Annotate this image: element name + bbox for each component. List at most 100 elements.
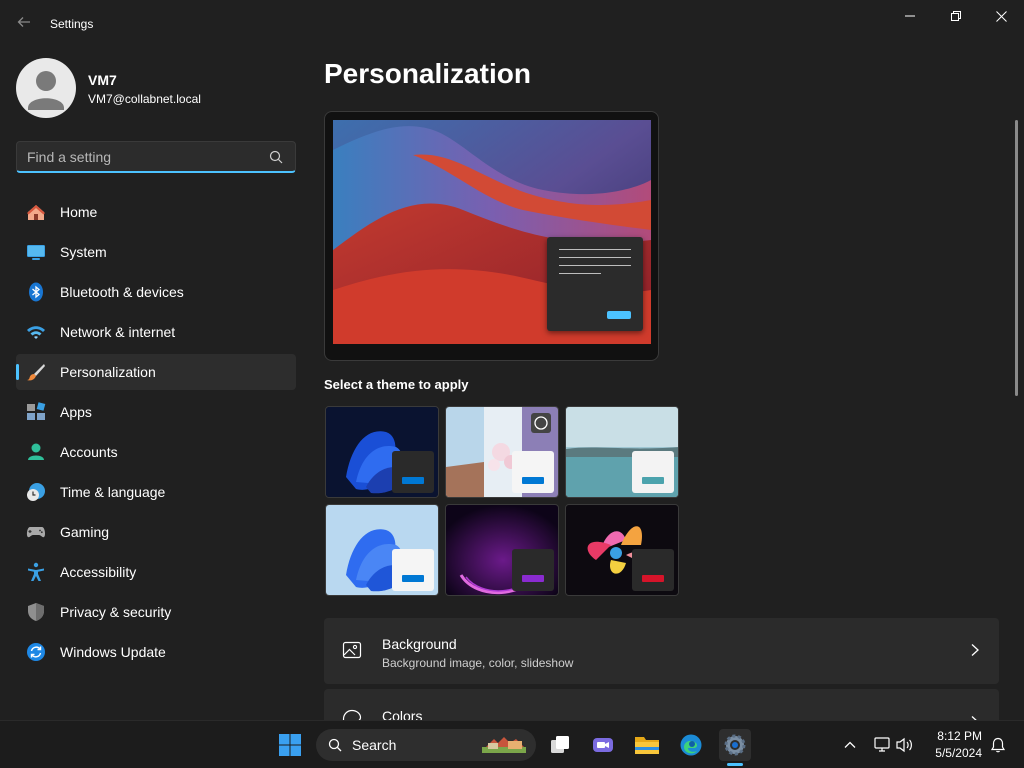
brush-icon: [27, 364, 45, 381]
sidebar-item-home[interactable]: Home: [16, 194, 296, 230]
card-subtitle: Background image, color, slideshow: [382, 656, 574, 670]
active-app-indicator: [727, 763, 743, 766]
clock-time[interactable]: 8:12 PM: [930, 729, 982, 743]
colors-setting-card[interactable]: Colors: [324, 689, 999, 720]
sidebar-item-time-language[interactable]: Time & language: [16, 474, 296, 510]
sidebar-item-network[interactable]: Network & internet: [16, 314, 296, 350]
apps-icon: [27, 402, 46, 420]
home-icon: [27, 205, 45, 220]
theme-mini-window: [512, 549, 554, 591]
edge-icon: [680, 734, 702, 756]
sidebar-item-label: Bluetooth & devices: [60, 284, 184, 300]
sidebar-item-gaming[interactable]: Gaming: [16, 514, 296, 550]
theme-preview: [324, 111, 659, 361]
accounts-icon: [28, 443, 44, 460]
theme-windows-dark[interactable]: [325, 406, 439, 498]
sidebar-item-label: Windows Update: [60, 644, 166, 660]
sidebar-item-label: Home: [60, 204, 98, 220]
windows-logo-icon: [279, 734, 301, 756]
system-icon: [27, 245, 45, 260]
teams-button[interactable]: [587, 729, 619, 761]
taskbar-search[interactable]: Search: [316, 729, 536, 761]
shield-icon: [28, 603, 44, 621]
preview-dialog: [547, 237, 643, 331]
gamepad-icon: [26, 527, 46, 538]
avatar[interactable]: [16, 58, 76, 118]
sidebar-item-label: Apps: [60, 404, 92, 420]
chevron-up-icon: [844, 741, 856, 748]
sidebar-item-apps[interactable]: Apps: [16, 394, 296, 430]
chevron-right-icon: [971, 644, 979, 656]
sidebar-item-label: Network & internet: [60, 324, 176, 340]
minimize-button[interactable]: [887, 0, 933, 32]
theme-grid: [324, 405, 684, 597]
edge-button[interactable]: [675, 729, 707, 761]
task-view-icon: [551, 736, 569, 753]
settings-search[interactable]: [16, 141, 296, 173]
user-icon: [28, 71, 64, 110]
themes-label: Select a theme to apply: [324, 377, 469, 392]
bluetooth-icon: [29, 282, 43, 302]
sidebar-item-bluetooth[interactable]: Bluetooth & devices: [16, 274, 296, 310]
minimize-icon: [905, 15, 915, 17]
sidebar-item-label: Time & language: [60, 484, 166, 500]
sidebar-item-personalization[interactable]: Personalization: [16, 354, 296, 390]
taskbar-search-label: Search: [352, 737, 397, 753]
title-bar: Settings: [0, 0, 1024, 48]
close-icon: [995, 10, 1007, 22]
search-icon: [328, 738, 342, 752]
accessibility-icon: [28, 562, 44, 581]
restore-icon: [951, 11, 961, 21]
theme-sunrise[interactable]: [565, 504, 679, 596]
sidebar-item-accessibility[interactable]: Accessibility: [16, 554, 296, 590]
clock-date[interactable]: 5/5/2024: [928, 746, 982, 760]
file-explorer-button[interactable]: [631, 729, 663, 761]
theme-windows-light[interactable]: [325, 504, 439, 596]
card-title: Background: [382, 636, 457, 652]
start-button[interactable]: [274, 729, 306, 761]
clock-globe-icon: [27, 483, 45, 501]
sidebar-item-privacy-security[interactable]: Privacy & security: [16, 594, 296, 630]
theme-mini-window: [632, 549, 674, 591]
back-button[interactable]: [14, 14, 34, 34]
gear-icon: [724, 734, 746, 756]
sidebar-nav: Home System Bluetooth & devices Network …: [16, 194, 296, 674]
theme-mini-window: [392, 549, 434, 591]
search-highlight-icon: [482, 737, 526, 753]
back-arrow-icon: [17, 17, 30, 27]
search-icon[interactable]: [269, 150, 283, 164]
background-setting-card[interactable]: Background Background image, color, slid…: [324, 618, 999, 684]
user-email: VM7@collabnet.local: [88, 92, 201, 106]
theme-captured-motion[interactable]: [565, 406, 679, 498]
taskbar: Search 8:12 PM 5/5/2024: [0, 720, 1024, 768]
sidebar-item-label: Privacy & security: [60, 604, 172, 620]
volume-icon: [896, 737, 912, 753]
system-tray-quick-settings[interactable]: [870, 729, 920, 761]
sidebar-item-windows-update[interactable]: Windows Update: [16, 634, 296, 670]
card-title: Colors: [382, 708, 423, 720]
bell-icon: [990, 737, 1006, 753]
sidebar-item-label: Accessibility: [60, 564, 137, 580]
sidebar: VM7 VM7@collabnet.local Home System Blue…: [0, 48, 310, 720]
theme-mini-window: [392, 451, 434, 493]
task-view-button[interactable]: [544, 729, 576, 761]
notifications-button[interactable]: [984, 729, 1012, 761]
sidebar-item-label: Accounts: [60, 444, 118, 460]
theme-flow[interactable]: [445, 504, 559, 596]
teams-meet-icon: [593, 738, 613, 752]
user-name: VM7: [88, 72, 117, 88]
theme-mini-window: [632, 451, 674, 493]
settings-taskbar-button[interactable]: [719, 729, 751, 761]
wifi-icon: [27, 326, 45, 339]
theme-glow[interactable]: [445, 406, 559, 498]
update-icon: [27, 643, 45, 661]
sidebar-item-system[interactable]: System: [16, 234, 296, 270]
restore-button[interactable]: [933, 0, 979, 32]
sidebar-item-accounts[interactable]: Accounts: [16, 434, 296, 470]
network-icon: [874, 737, 890, 752]
search-input[interactable]: [27, 148, 257, 166]
theme-mini-window: [512, 451, 554, 493]
close-button[interactable]: [978, 0, 1024, 32]
scrollbar[interactable]: [1015, 120, 1018, 396]
show-hidden-icons-button[interactable]: [836, 729, 864, 761]
